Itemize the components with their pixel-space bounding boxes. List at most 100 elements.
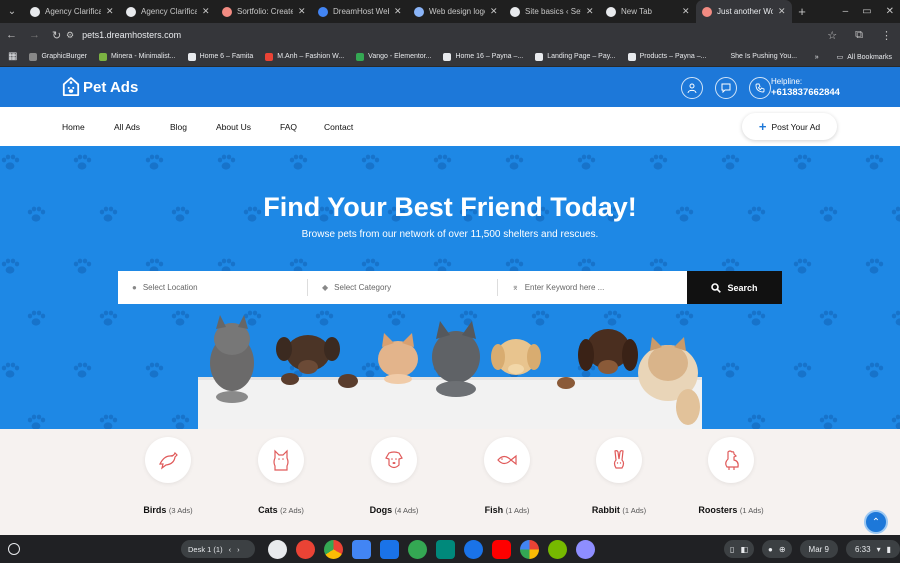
site-info-icon[interactable]: ⚙ (66, 30, 74, 41)
files-app-icon[interactable] (380, 540, 399, 559)
menu-icon[interactable]: ⋮ (881, 29, 892, 42)
category-rabbit[interactable]: Rabbit (1 Ads) (559, 437, 679, 515)
youtube-app-icon[interactable] (492, 540, 511, 559)
close-tab-icon[interactable]: ✕ (778, 6, 786, 17)
bookmark-item[interactable]: Home 16 – Payna –... (443, 52, 524, 61)
tab-favicon-icon (702, 6, 712, 17)
apps-grid-icon[interactable]: ▦ (8, 51, 17, 62)
bookmark-item[interactable]: Products – Payna –... (627, 52, 707, 61)
close-tab-icon[interactable]: ✕ (298, 6, 306, 17)
meet-app-icon[interactable] (436, 540, 455, 559)
close-tab-icon[interactable]: ✕ (394, 6, 402, 17)
forward-icon[interactable]: → (29, 29, 40, 41)
nav-faq[interactable]: FAQ (280, 122, 297, 132)
browser-tab[interactable]: Agency Clarificatio ✕ (120, 0, 216, 23)
browser-tab[interactable]: Sortfolio: Create yo ✕ (216, 0, 312, 23)
messages-app-icon[interactable] (464, 540, 483, 559)
bookmarks-overflow-icon[interactable]: » (815, 54, 819, 61)
desk-switcher[interactable]: Desk 1 (1) ‹ › (181, 540, 255, 558)
nav-home[interactable]: Home (62, 122, 85, 132)
new-tab-button[interactable]: + (792, 4, 812, 19)
search-button[interactable]: Search (687, 271, 782, 304)
bookmark-item[interactable]: She Is Pushing You... (718, 52, 797, 61)
bookmark-item[interactable]: Vango - Elementor... (356, 52, 431, 61)
location-select[interactable]: ● Select Location (118, 271, 307, 304)
helpline-number[interactable]: +613837662844 (771, 87, 840, 98)
tab-favicon-icon (606, 6, 616, 17)
play-store-app-icon[interactable] (408, 540, 427, 559)
capture-icon[interactable]: ◧ (740, 545, 748, 554)
bookmark-star-icon[interactable]: ☆ (827, 29, 837, 42)
browser-tab[interactable]: Just another Word ✕ (696, 0, 792, 23)
post-your-ad-button[interactable]: + Post Your Ad (742, 113, 837, 140)
close-tab-icon[interactable]: ✕ (586, 6, 594, 17)
add-icon[interactable]: ⊕ (779, 545, 786, 554)
keyword-input[interactable]: ⌆ Enter Keyword here ... (498, 271, 687, 304)
calendar-app-icon[interactable] (352, 540, 371, 559)
close-window-icon[interactable]: ✕ (886, 6, 894, 17)
app-icon[interactable] (576, 540, 595, 559)
bookmark-favicon-icon (443, 52, 452, 61)
category-cats[interactable]: Cats (2 Ads) (221, 437, 341, 515)
launcher-icon[interactable] (8, 543, 20, 555)
bookmark-item[interactable]: M.Anh – Fashion W... (265, 52, 344, 61)
nav-about-us[interactable]: About Us (216, 122, 251, 132)
bookmark-item[interactable]: GraphicBurger (29, 52, 87, 61)
bookmark-favicon-icon (265, 52, 274, 61)
phone-hub-icon[interactable]: ▯ (730, 545, 734, 554)
close-tab-icon[interactable]: ✕ (202, 6, 210, 17)
browser-tab[interactable]: New Tab ✕ (600, 0, 696, 23)
tab-search-icon[interactable]: ⌄ (0, 0, 24, 23)
close-tab-icon[interactable]: ✕ (106, 6, 114, 17)
category-roosters[interactable]: Roosters (1 Ads) (671, 437, 791, 515)
user-account-icon[interactable] (681, 77, 703, 99)
record-icon[interactable]: ● (768, 545, 773, 554)
nav-all-ads[interactable]: All Ads (114, 122, 140, 132)
paw-print (1, 154, 20, 170)
nav-contact[interactable]: Contact (324, 122, 353, 132)
photos-app-icon[interactable] (520, 540, 539, 559)
all-bookmarks-link[interactable]: ▭ All Bookmarks (837, 53, 892, 62)
bookmarks-bar: ▦ GraphicBurger Minera - Minimalist... Hom… (0, 47, 900, 67)
close-tab-icon[interactable]: ✕ (490, 6, 498, 17)
category-dogs[interactable]: Dogs (4 Ads) (334, 437, 454, 515)
category-select[interactable]: ◆ Select Category (308, 271, 497, 304)
reload-icon[interactable]: ↻ (52, 29, 61, 42)
bookmark-favicon-icon (29, 52, 38, 61)
category-label: Cats (2 Ads) (258, 505, 304, 515)
chat-icon[interactable] (715, 77, 737, 99)
tray-actions[interactable]: ● ⊕ (762, 540, 792, 558)
maximize-icon[interactable]: ▭ (862, 6, 871, 17)
back-icon[interactable]: ← (6, 29, 17, 41)
date-pill[interactable]: Mar 9 (799, 540, 838, 558)
browser-tab[interactable]: Agency Clarificatio ✕ (24, 0, 120, 23)
scroll-to-top-button[interactable]: ⌃ (864, 510, 888, 534)
nvidia-app-icon[interactable] (548, 540, 567, 559)
extensions-icon[interactable]: ⧉ (855, 29, 863, 42)
site-logo[interactable]: Pet Ads (62, 77, 138, 97)
browser-tab[interactable]: Site basics ‹ Setting ✕ (504, 0, 600, 23)
nav-blog[interactable]: Blog (170, 122, 187, 132)
chevron-right-icon[interactable]: › (237, 545, 240, 554)
category-birds[interactable]: Birds (3 Ads) (108, 437, 228, 515)
paw-print (1, 362, 20, 378)
browser-tab[interactable]: Web design logo - ✕ (408, 0, 504, 23)
bookmark-label: Home 16 – Payna –... (455, 53, 524, 60)
close-tab-icon[interactable]: ✕ (682, 6, 690, 17)
tray-tools[interactable]: ▯ ◧ (724, 540, 754, 558)
address-bar[interactable]: ⚙ pets1.dreamhosters.com (66, 25, 856, 45)
chrome-app-icon[interactable] (324, 540, 343, 559)
minimize-icon[interactable]: – (843, 6, 849, 17)
bookmark-item[interactable]: Landing Page – Pay... (535, 52, 616, 61)
paw-print (27, 310, 46, 326)
time-status-pill[interactable]: 6:33 ▾ ▮ (846, 540, 900, 558)
paw-print (865, 154, 884, 170)
bookmark-item[interactable]: Home 6 – Famita (187, 52, 253, 61)
bookmark-item[interactable]: Minera - Minimalist... (98, 52, 176, 61)
browser-tab[interactable]: DreamHost Webm ✕ (312, 0, 408, 23)
phone-icon[interactable] (749, 77, 771, 99)
gmail-app-icon[interactable] (296, 540, 315, 559)
chevron-left-icon[interactable]: ‹ (229, 545, 232, 554)
category-fish[interactable]: Fish (1 Ads) (447, 437, 567, 515)
assistant-app-icon[interactable] (268, 540, 287, 559)
